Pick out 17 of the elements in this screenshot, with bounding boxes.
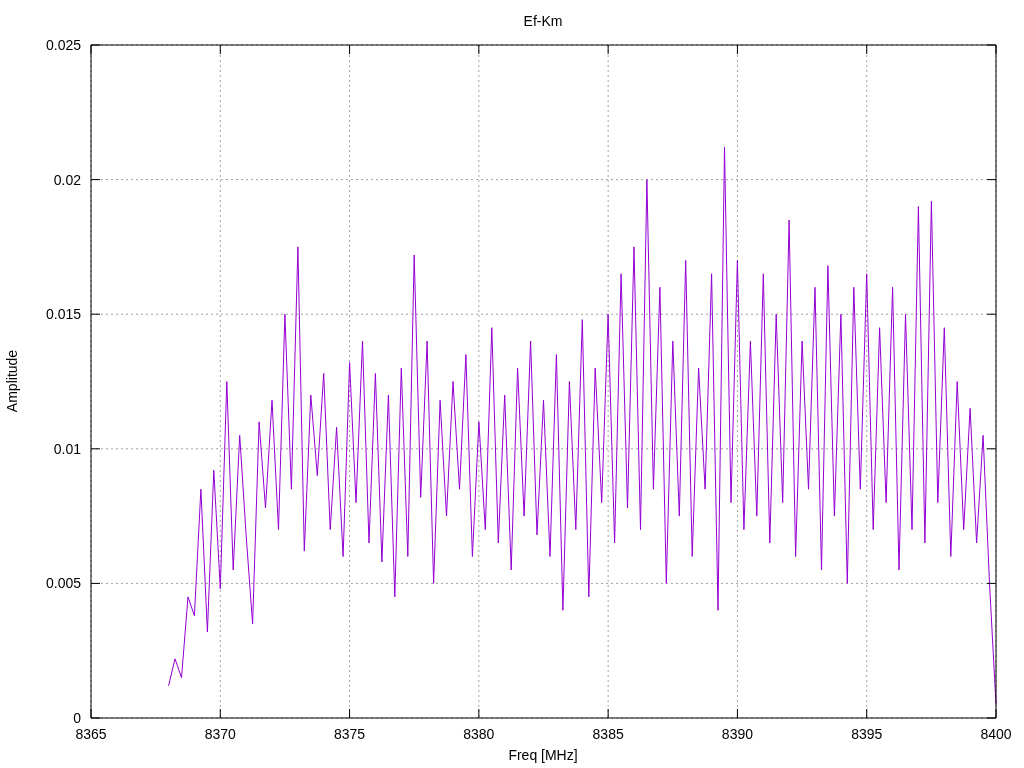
y-axis-label: Amplitude — [4, 349, 20, 413]
x-tick-label: 8400 — [980, 726, 1012, 742]
y-tick-label: 0.02 — [53, 171, 81, 188]
x-tick-label: 8365 — [75, 726, 107, 742]
x-tick-label: 8375 — [334, 726, 366, 742]
chart-title: Ef-Km — [523, 13, 563, 29]
y-tick-label: 0.015 — [45, 306, 81, 323]
x-axis-label: Freq [MHz] — [508, 747, 578, 763]
y-tick-label: 0.01 — [53, 440, 81, 457]
y-tick-label: 0.005 — [45, 575, 81, 592]
x-tick-label: 8390 — [721, 726, 753, 742]
y-tick-label: 0.025 — [45, 37, 81, 53]
x-tick-label: 8380 — [463, 726, 495, 742]
x-tick-label: 8385 — [592, 726, 624, 742]
x-tick-label: 8395 — [851, 726, 883, 742]
y-tick-label: 0 — [73, 710, 81, 726]
x-tick-label: 8370 — [204, 726, 236, 742]
